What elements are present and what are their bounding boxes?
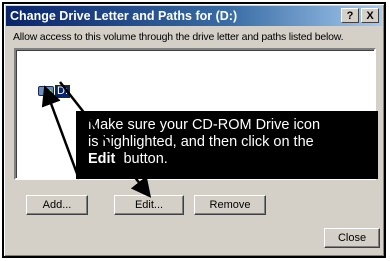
add-button[interactable]: Add... — [26, 195, 88, 215]
close-window-button[interactable]: X — [361, 8, 379, 23]
title-buttons: ? X — [341, 8, 379, 23]
callout-line-2: is highlighted, and then click on the — [88, 134, 314, 150]
remove-button[interactable]: Remove — [194, 195, 266, 215]
instructions-text: Allow access to this volume through the … — [13, 31, 344, 43]
cdrom-drive-icon — [38, 86, 54, 96]
window-title: Change Drive Letter and Paths for (D:) — [10, 9, 238, 23]
callout-bold-word: Edit — [88, 151, 116, 167]
close-button[interactable]: Close — [324, 228, 380, 248]
callout-line-3: Edit button. — [88, 151, 378, 168]
drive-label: D: — [54, 83, 71, 99]
callout-line-3-rest: button. — [115, 151, 168, 167]
list-item-drive-d[interactable]: D: — [38, 83, 71, 99]
help-button[interactable]: ? — [341, 8, 359, 23]
edit-button[interactable]: Edit... — [114, 195, 184, 215]
instruction-callout: Make sure your CD-ROM Drive icon is high… — [76, 111, 378, 179]
title-bar[interactable]: Change Drive Letter and Paths for (D:) ?… — [6, 6, 382, 26]
callout-line-1: Make sure your CD-ROM Drive icon — [88, 117, 321, 133]
